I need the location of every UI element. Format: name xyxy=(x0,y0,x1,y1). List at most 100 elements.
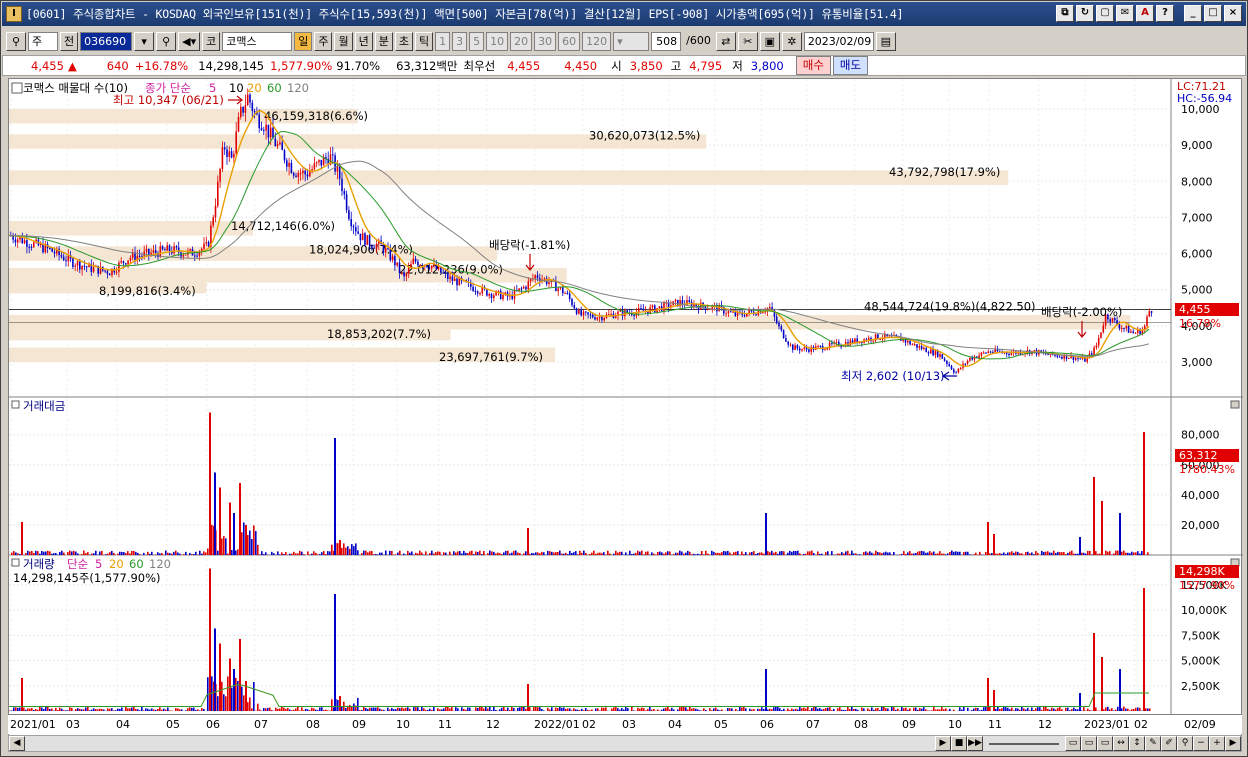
bar xyxy=(1061,552,1063,555)
period-select[interactable]: 주 xyxy=(28,32,58,51)
layout2-icon[interactable]: ▭ xyxy=(1081,736,1097,751)
bar xyxy=(227,676,229,711)
tick-custom-input[interactable]: ▾ xyxy=(613,32,650,51)
interval-minute[interactable]: 분 xyxy=(374,32,393,51)
scissors-icon[interactable]: ✂ xyxy=(737,32,758,51)
bar xyxy=(1121,708,1123,711)
refresh-icon[interactable]: ↻ xyxy=(1076,5,1094,22)
bar xyxy=(1013,710,1015,711)
pin-icon[interactable]: ⚲ xyxy=(6,32,26,51)
tick-3[interactable]: 3 xyxy=(452,32,468,51)
buy-button[interactable]: 매수 xyxy=(795,56,831,75)
panel-menu-icon[interactable] xyxy=(11,82,23,94)
bar xyxy=(783,551,785,555)
chart-area[interactable]: 46,159,318(6.6%) 30,620,073(12.5%) 43,792,… xyxy=(8,78,1243,736)
fast-forward-icon[interactable]: ▶▶ xyxy=(967,736,983,751)
tick-120[interactable]: 120 xyxy=(582,32,612,51)
bar xyxy=(437,551,439,555)
bar xyxy=(425,709,427,711)
save-icon[interactable]: ▣ xyxy=(759,32,780,51)
stock-code-input[interactable]: 036690 xyxy=(80,32,133,51)
interval-second[interactable]: 초 xyxy=(394,32,413,51)
volume-close-icon[interactable] xyxy=(1230,558,1240,567)
window-icon[interactable]: ▢ xyxy=(1096,5,1114,22)
speaker-icon[interactable]: ◀▾ xyxy=(178,32,201,51)
bar xyxy=(749,552,751,555)
scrollbar[interactable]: ◀ ▶ ■ ▶▶ ▭ ▭ ▭ ↔ ↕ ✎ ✐ ⚲ − + ▶ xyxy=(8,735,1242,752)
spike-bar xyxy=(219,643,221,711)
bar xyxy=(487,708,489,711)
bar xyxy=(973,554,975,555)
tick-5[interactable]: 5 xyxy=(469,32,485,51)
dropdown-icon[interactable]: ▾ xyxy=(134,32,155,51)
interval-tick[interactable]: 틱 xyxy=(414,32,434,51)
sell-button[interactable]: 매도 xyxy=(832,56,869,75)
count-input[interactable]: 508 xyxy=(651,32,682,51)
bar xyxy=(817,708,819,711)
bar xyxy=(939,709,941,711)
bar xyxy=(1109,551,1111,555)
bar xyxy=(529,707,531,711)
close-button[interactable]: × xyxy=(1224,5,1242,22)
bar xyxy=(823,708,825,711)
tick-60[interactable]: 60 xyxy=(558,32,581,51)
pen-icon[interactable]: ✐ xyxy=(1161,736,1177,751)
layout3-icon[interactable]: ▭ xyxy=(1097,736,1113,751)
volume-panel-icon[interactable] xyxy=(11,558,20,567)
settings-icon[interactable]: ✲ xyxy=(781,32,802,51)
scroll-right-icon[interactable]: ▶ xyxy=(1225,736,1241,751)
zoom-out-icon[interactable]: − xyxy=(1193,736,1209,751)
stock-name-field[interactable]: 코맥스 xyxy=(222,32,293,51)
compress-icon[interactable]: ↔ xyxy=(1113,736,1129,751)
volume-ma-line xyxy=(9,684,1149,707)
mail-icon[interactable]: ✉ xyxy=(1116,5,1134,22)
bar xyxy=(367,552,369,555)
minimize-button[interactable]: _ xyxy=(1184,5,1202,22)
candle-body xyxy=(490,294,493,299)
interval-day[interactable]: 일 xyxy=(294,32,313,51)
candle-body xyxy=(932,349,934,356)
bar xyxy=(193,707,195,711)
amount-panel-icon[interactable] xyxy=(11,400,20,409)
draw-icon[interactable]: ✎ xyxy=(1145,736,1161,751)
interval-week[interactable]: 주 xyxy=(314,32,333,51)
candle-body xyxy=(603,317,605,321)
link-icon[interactable]: ⧉ xyxy=(1056,5,1074,22)
arrows-icon[interactable]: ⇄ xyxy=(715,32,736,51)
bar xyxy=(603,552,605,555)
bar xyxy=(353,703,355,711)
interval-month[interactable]: 월 xyxy=(334,32,353,51)
scroll-left-icon[interactable]: ◀ xyxy=(9,736,25,751)
expand-icon[interactable]: ↕ xyxy=(1129,736,1145,751)
help-icon[interactable]: ? xyxy=(1156,5,1174,22)
tick-10[interactable]: 10 xyxy=(486,32,509,51)
calendar-icon[interactable]: ▤ xyxy=(875,32,896,51)
interval-year[interactable]: 년 xyxy=(354,32,373,51)
maximize-button[interactable]: □ xyxy=(1204,5,1222,22)
search-icon[interactable]: ⚲ xyxy=(156,32,177,51)
spike-bar xyxy=(1119,513,1121,555)
bar xyxy=(909,551,911,555)
date-input[interactable]: 2023/02/09 xyxy=(803,32,874,51)
chart-svg[interactable]: 46,159,318(6.6%) 30,620,073(12.5%) 43,792,… xyxy=(8,79,1243,715)
bar xyxy=(641,707,643,711)
font-icon[interactable]: A xyxy=(1136,5,1154,22)
zoom-search-icon[interactable]: ⚲ xyxy=(1177,736,1193,751)
layout-icon[interactable]: ▭ xyxy=(1065,736,1081,751)
candle-body xyxy=(403,272,405,277)
bar xyxy=(855,708,857,711)
tick-1[interactable]: 1 xyxy=(435,32,451,51)
play-icon[interactable]: ▶ xyxy=(935,736,951,751)
bar xyxy=(1011,707,1013,711)
zoom-slider[interactable] xyxy=(989,742,1059,745)
tick-30[interactable]: 30 xyxy=(534,32,557,51)
tick-20[interactable]: 20 xyxy=(510,32,533,51)
zoom-in-icon[interactable]: + xyxy=(1209,736,1225,751)
prev-button[interactable]: 전 xyxy=(60,32,79,51)
ma10-legend: 10 xyxy=(229,81,244,95)
last-price: 4,455 xyxy=(1179,303,1211,316)
stop-icon[interactable]: ■ xyxy=(951,736,967,751)
amount-close-icon[interactable] xyxy=(1230,400,1240,409)
candle-body xyxy=(642,308,645,311)
bar xyxy=(365,708,367,711)
